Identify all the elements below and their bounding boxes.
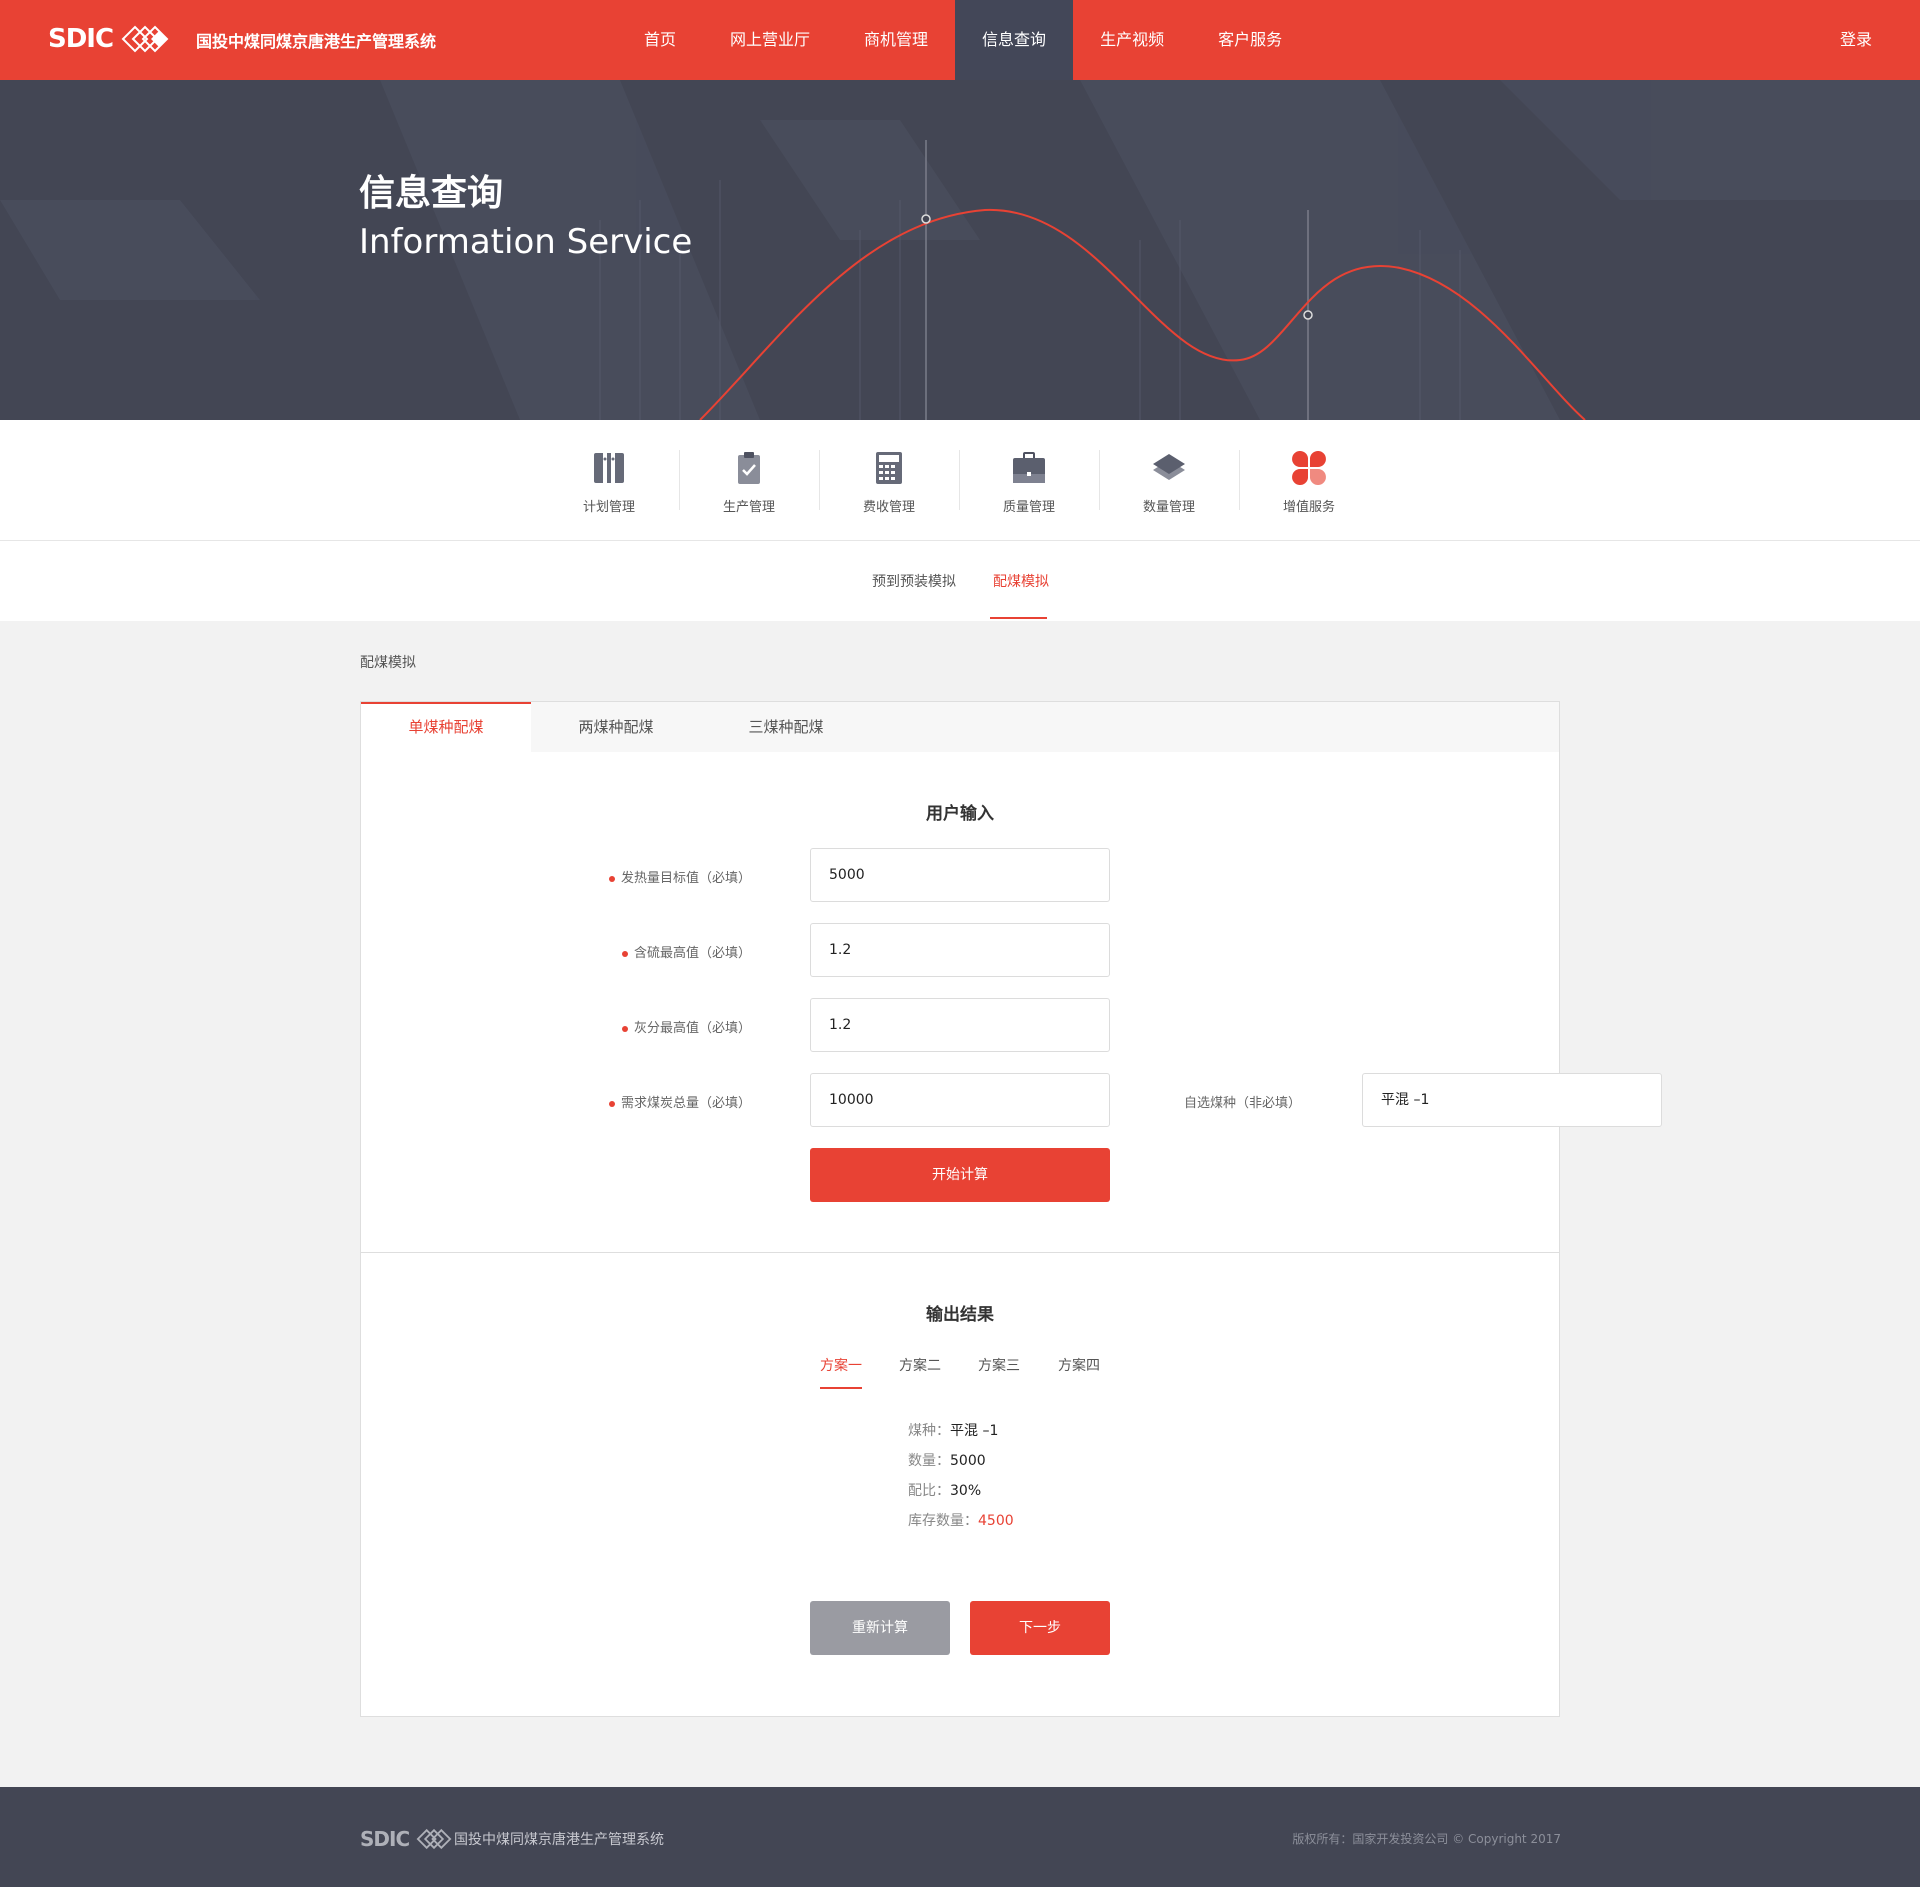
- category-production[interactable]: 生产管理: [679, 450, 819, 515]
- sulfur-max-input[interactable]: 1.2: [810, 923, 1110, 977]
- field-label-ash: 灰分最高值（必填）: [601, 1017, 751, 1036]
- footer-logo-diamond-icon: [416, 1828, 452, 1850]
- required-dot: [621, 1025, 628, 1032]
- clover-icon: [1239, 450, 1379, 486]
- demand-total-input[interactable]: 10000: [810, 1073, 1110, 1127]
- nav-business[interactable]: 商机管理: [837, 0, 955, 80]
- tab-three-coal[interactable]: 三煤种配煤: [701, 702, 871, 752]
- required-dot: [608, 875, 615, 882]
- field-label-optional-coal: 自选煤种（非必填）: [1183, 1096, 1301, 1111]
- columns-icon: [539, 450, 679, 486]
- result-quantity: 数量：5000: [908, 1453, 986, 1469]
- next-step-button[interactable]: 下一步: [970, 1601, 1110, 1655]
- category-fees[interactable]: 费收管理: [819, 450, 959, 515]
- blend-type-tabs: 单煤种配煤 两煤种配煤 三煤种配煤: [361, 702, 1559, 752]
- category-label: 生产管理: [722, 500, 775, 515]
- category-quality[interactable]: 质量管理: [959, 450, 1099, 515]
- blend-panel: 单煤种配煤 两煤种配煤 三煤种配煤 用户输入 发热量目标值（必填） 5000 含…: [360, 701, 1662, 1717]
- plan-tab-3[interactable]: 方案三: [978, 1355, 1020, 1375]
- nav-production-video[interactable]: 生产视频: [1073, 0, 1191, 80]
- plan-tab-1[interactable]: 方案一: [820, 1355, 862, 1375]
- calculator-icon: [819, 450, 959, 486]
- required-dot: [621, 950, 628, 957]
- clipboard-check-icon: [679, 450, 819, 486]
- category-label: 增值服务: [1282, 500, 1335, 515]
- plan-active-underline: [820, 1387, 862, 1389]
- footer-logo-text: SDIC: [360, 1827, 410, 1851]
- banner-title: 信息查询: [359, 173, 504, 214]
- category-label: 质量管理: [1002, 500, 1055, 515]
- layers-icon: [1099, 450, 1239, 486]
- tab-two-coal[interactable]: 两煤种配煤: [531, 702, 701, 752]
- system-name: 国投中煤同煤京唐港生产管理系统: [196, 32, 437, 51]
- output-section-title: 输出结果: [926, 1305, 994, 1325]
- logo-text: SDIC: [48, 24, 114, 54]
- footer: SDIC 国投中煤同煤京唐港生产管理系统 版权所有：国家开发投资公司 © Cop…: [0, 1787, 1920, 1887]
- breadcrumb: 配煤模拟: [360, 655, 416, 671]
- footer-system-name: 国投中煤同煤京唐港生产管理系统: [454, 1832, 664, 1848]
- field-label-demand: 需求煤炭总量（必填）: [581, 1092, 751, 1111]
- category-bar: 计划管理 生产管理 费收管理 质量管理 数量管理 增值服务: [0, 420, 1920, 541]
- optional-coal-input[interactable]: 平混 –1: [1362, 1073, 1662, 1127]
- plan-tab-2[interactable]: 方案二: [899, 1355, 941, 1375]
- subtab-preload-sim[interactable]: 预到预装模拟: [872, 571, 956, 591]
- sdic-logo[interactable]: SDIC: [48, 24, 173, 54]
- ash-max-input[interactable]: 1.2: [810, 998, 1110, 1052]
- field-label-heat: 发热量目标值（必填）: [601, 867, 751, 886]
- category-label: 费收管理: [862, 500, 915, 515]
- input-section-title: 用户输入: [926, 804, 994, 824]
- top-navbar: SDIC 国投中煤同煤京唐港生产管理系统 首页 网上营业厅 商机管理 信息查询 …: [0, 0, 1920, 80]
- logo-diamond-icon: [121, 25, 169, 53]
- nav-customer-service[interactable]: 客户服务: [1191, 0, 1309, 80]
- subtab-coal-blend-sim[interactable]: 配煤模拟: [993, 571, 1049, 591]
- result-ratio: 配比：30%: [908, 1483, 982, 1499]
- hero-banner: 信息查询 Information Service: [0, 80, 1920, 420]
- login-link[interactable]: 登录: [1840, 0, 1872, 80]
- banner-decoration: [0, 80, 1920, 420]
- nav-home[interactable]: 首页: [617, 0, 703, 80]
- heat-target-input[interactable]: 5000: [810, 848, 1110, 902]
- nav-info-query[interactable]: 信息查询: [955, 0, 1074, 80]
- required-dot: [608, 1100, 615, 1107]
- category-label: 数量管理: [1142, 500, 1195, 515]
- result-stock: 库存数量：4500: [908, 1513, 1014, 1529]
- subtab-active-underline: [990, 617, 1047, 619]
- footer-copyright: 版权所有：国家开发投资公司 © Copyright 2017: [1292, 1832, 1561, 1846]
- field-label-sulfur: 含硫最高值（必填）: [601, 942, 751, 961]
- start-calc-button[interactable]: 开始计算: [810, 1148, 1110, 1202]
- briefcase-icon: [959, 450, 1099, 486]
- recalc-button[interactable]: 重新计算: [810, 1601, 950, 1655]
- banner-subtitle: Information Service: [359, 222, 693, 262]
- category-plan[interactable]: 计划管理: [539, 450, 679, 515]
- result-coal-type: 煤种：平混 –1: [908, 1423, 999, 1439]
- section-divider: [361, 1252, 1559, 1253]
- category-label: 计划管理: [582, 500, 635, 515]
- nav-online-hall[interactable]: 网上营业厅: [703, 0, 837, 80]
- tab-single-coal[interactable]: 单煤种配煤: [361, 702, 531, 752]
- sub-tabs: 预到预装模拟 配煤模拟: [0, 541, 1920, 621]
- main-nav: 首页 网上营业厅 商机管理 信息查询 生产视频 客户服务: [617, 0, 1309, 80]
- footer-logo: SDIC: [360, 1827, 456, 1851]
- plan-tab-4[interactable]: 方案四: [1058, 1355, 1100, 1375]
- category-quantity[interactable]: 数量管理: [1099, 450, 1239, 515]
- category-value-added[interactable]: 增值服务: [1239, 450, 1379, 515]
